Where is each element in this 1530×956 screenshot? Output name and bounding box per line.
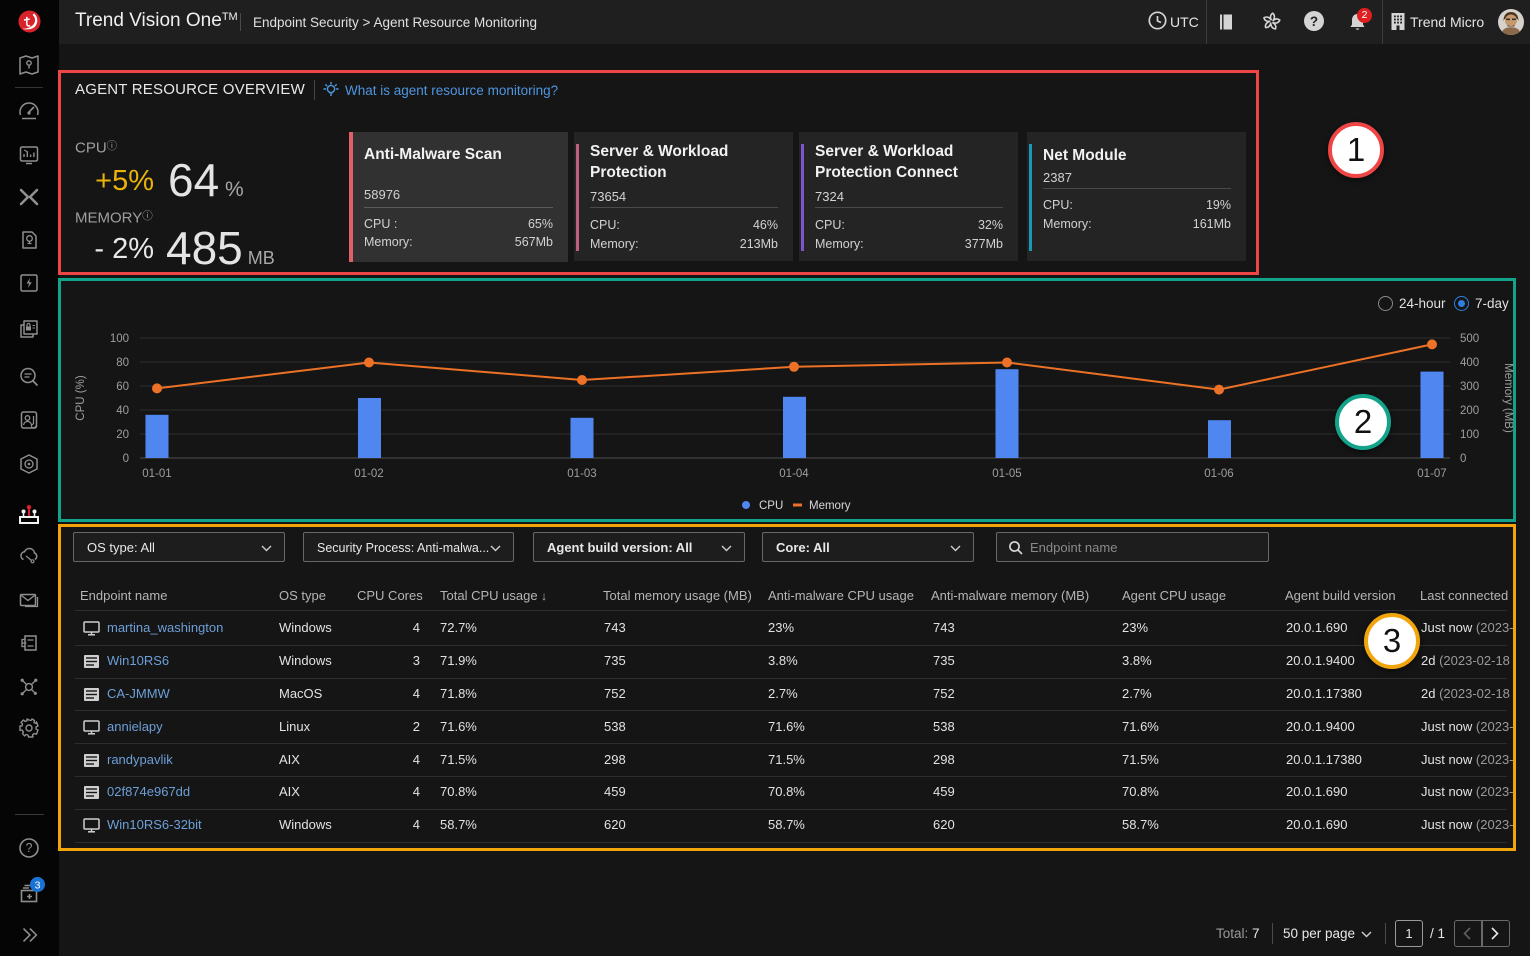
svg-text:?: ?	[26, 841, 33, 855]
svg-text:3: 3	[35, 879, 41, 891]
svg-text:?: ?	[1310, 14, 1318, 29]
